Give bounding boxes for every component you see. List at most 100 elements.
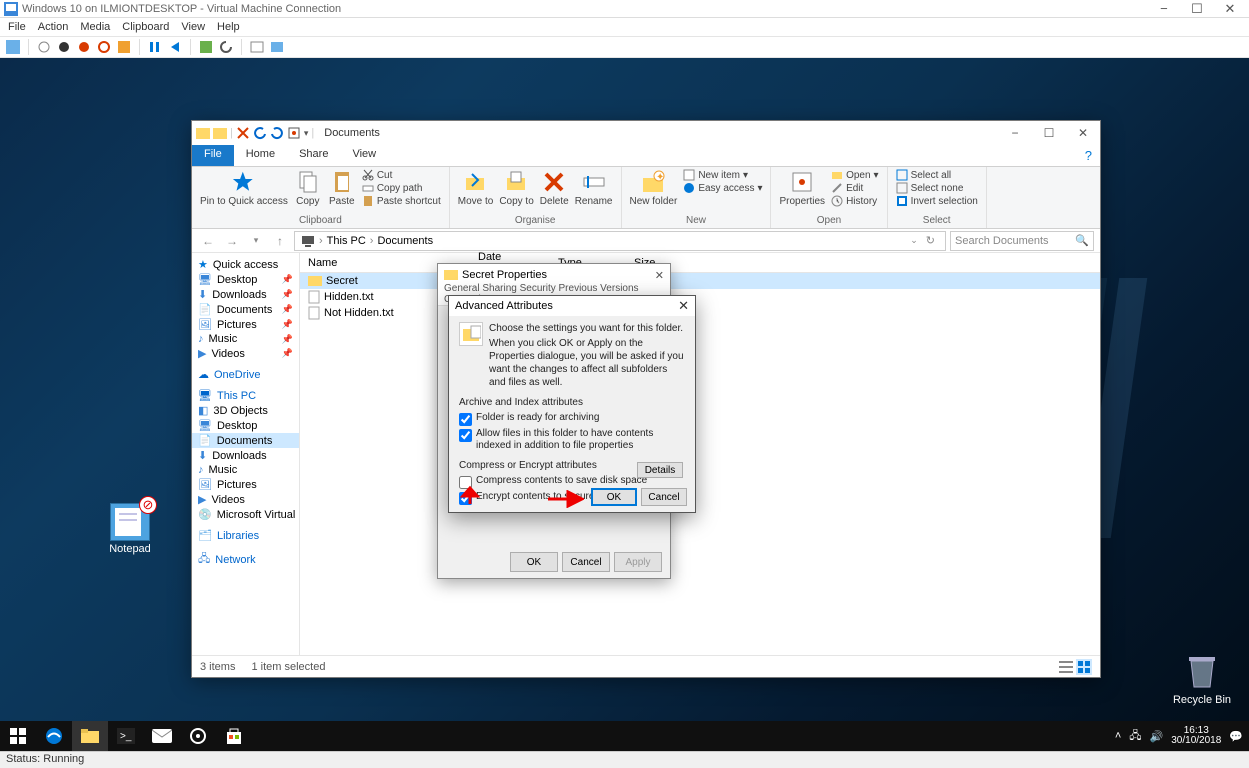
tray-volume-icon[interactable]: 🔊 bbox=[1150, 730, 1164, 743]
vm-menu-clipboard[interactable]: Clipboard bbox=[122, 21, 169, 33]
taskbar-terminal[interactable]: >_ bbox=[108, 721, 144, 751]
nav-downloads[interactable]: ⬇Downloads📌 bbox=[192, 287, 299, 302]
ctrl-alt-del-icon[interactable] bbox=[6, 40, 20, 54]
nav-this-pc[interactable]: 🖥This PC bbox=[192, 388, 299, 403]
qat-properties-icon[interactable] bbox=[287, 126, 301, 140]
reset-icon[interactable] bbox=[168, 40, 182, 54]
nav-pc-downloads[interactable]: ⬇Downloads bbox=[192, 448, 299, 463]
tab-home[interactable]: Home bbox=[234, 145, 287, 166]
ribbon-select-all[interactable]: Select all bbox=[896, 169, 952, 181]
tray-up-icon[interactable]: ˄ bbox=[1115, 730, 1121, 742]
qat-redo-icon[interactable] bbox=[270, 126, 284, 140]
shutdown-icon[interactable] bbox=[97, 40, 111, 54]
help-icon[interactable]: ? bbox=[1077, 145, 1100, 166]
save-icon[interactable] bbox=[117, 40, 131, 54]
nav-up-button[interactable]: ↑ bbox=[270, 234, 290, 248]
nav-virtual-disk[interactable]: 💿Microsoft Virtual Di bbox=[192, 507, 299, 522]
explorer-maximize-button[interactable]: ☐ bbox=[1032, 126, 1066, 140]
ribbon-paste-shortcut[interactable]: Paste shortcut bbox=[362, 195, 441, 207]
checkbox-ready-archiving[interactable]: Folder is ready for archiving bbox=[459, 412, 685, 426]
nav-pc-music[interactable]: ♪Music bbox=[192, 463, 299, 477]
revert-icon[interactable] bbox=[219, 40, 233, 54]
breadcrumb[interactable]: › This PC › Documents ⌄ ↻ bbox=[294, 231, 946, 251]
search-input[interactable]: Search Documents 🔍 bbox=[950, 231, 1094, 251]
start-button[interactable] bbox=[0, 721, 36, 751]
ribbon-move-to[interactable]: Move to bbox=[458, 169, 494, 207]
nav-pc-desktop[interactable]: 🖥Desktop bbox=[192, 418, 299, 433]
nav-pictures[interactable]: 🖼Pictures📌 bbox=[192, 317, 299, 332]
vm-menu-media[interactable]: Media bbox=[80, 21, 110, 33]
ribbon-paste[interactable]: Paste bbox=[328, 169, 356, 207]
ribbon-rename[interactable]: Rename bbox=[575, 169, 613, 207]
qat-delete-icon[interactable] bbox=[236, 126, 250, 140]
guest-desktop[interactable]: ⊘ Notepad Recycle Bin | ▾ | Documents − bbox=[0, 58, 1249, 751]
advanced-close-button[interactable]: ✕ bbox=[678, 298, 689, 314]
nav-recent-button[interactable]: ▾ bbox=[246, 235, 266, 246]
ribbon-copy-to[interactable]: Copy to bbox=[499, 169, 533, 207]
breadcrumb-dropdown-icon[interactable]: ⌄ bbox=[910, 235, 918, 246]
advanced-cancel-button[interactable]: Cancel bbox=[641, 488, 687, 506]
properties-close-button[interactable]: ✕ bbox=[655, 269, 664, 282]
ribbon-invert-selection[interactable]: Invert selection bbox=[896, 195, 978, 207]
list-item[interactable]: Hidden.txt bbox=[300, 289, 1100, 305]
nav-3d-objects[interactable]: ◧3D Objects bbox=[192, 403, 299, 418]
checkpoint-icon[interactable] bbox=[199, 40, 213, 54]
taskbar-explorer[interactable] bbox=[72, 721, 108, 751]
nav-pc-documents[interactable]: 📄Documents bbox=[192, 433, 299, 448]
ribbon-history[interactable]: History bbox=[831, 195, 877, 207]
ribbon-copy-path[interactable]: Copy path bbox=[362, 182, 423, 194]
tab-view[interactable]: View bbox=[340, 145, 388, 166]
share-icon[interactable] bbox=[270, 40, 284, 54]
ribbon-cut[interactable]: Cut bbox=[362, 169, 393, 181]
properties-ok-button[interactable]: OK bbox=[510, 552, 558, 572]
desktop-icon-recycle-bin[interactable]: Recycle Bin bbox=[1167, 654, 1237, 706]
ribbon-copy[interactable]: Copy bbox=[294, 169, 322, 207]
nav-back-button[interactable]: ← bbox=[198, 234, 218, 248]
qat-undo-icon[interactable] bbox=[253, 126, 267, 140]
tray-notifications-icon[interactable]: 💬 bbox=[1229, 730, 1243, 743]
enhanced-icon[interactable] bbox=[250, 40, 264, 54]
ribbon-delete[interactable]: Delete bbox=[540, 169, 569, 207]
nav-documents[interactable]: 📄Documents📌 bbox=[192, 302, 299, 317]
turn-off-icon[interactable] bbox=[77, 40, 91, 54]
nav-libraries[interactable]: 🗂Libraries bbox=[192, 528, 299, 543]
nav-onedrive[interactable]: ☁OneDrive bbox=[192, 367, 299, 382]
qat-icon[interactable] bbox=[213, 126, 227, 140]
nav-music[interactable]: ♪Music📌 bbox=[192, 332, 299, 346]
nav-quick-access[interactable]: ★Quick access bbox=[192, 257, 299, 272]
ribbon-properties[interactable]: Properties bbox=[779, 169, 825, 207]
ribbon-new-item[interactable]: New item▾ bbox=[683, 169, 748, 181]
ribbon-pin-quick-access[interactable]: Pin to Quick access bbox=[200, 169, 288, 207]
list-item[interactable]: Not Hidden.txt bbox=[300, 305, 1100, 321]
ribbon-select-none[interactable]: Select none bbox=[896, 182, 964, 194]
ribbon-new-folder[interactable]: ✦New folder bbox=[630, 169, 678, 207]
vm-close-button[interactable]: ✕ bbox=[1215, 1, 1245, 17]
tab-share[interactable]: Share bbox=[287, 145, 340, 166]
ribbon-easy-access[interactable]: Easy access▾ bbox=[683, 182, 762, 194]
list-item[interactable]: Secret bbox=[300, 273, 1100, 289]
nav-forward-button[interactable]: → bbox=[222, 234, 242, 248]
taskbar-edge[interactable] bbox=[36, 721, 72, 751]
refresh-icon[interactable]: ↻ bbox=[922, 234, 939, 247]
vm-menu-help[interactable]: Help bbox=[217, 21, 240, 33]
toolbar-icon[interactable] bbox=[37, 40, 51, 54]
desktop-icon-notepad[interactable]: ⊘ Notepad bbox=[95, 503, 165, 555]
nav-pc-videos[interactable]: ▶Videos bbox=[192, 492, 299, 507]
details-view-icon[interactable] bbox=[1058, 659, 1074, 675]
vm-menu-file[interactable]: File bbox=[8, 21, 26, 33]
explorer-close-button[interactable]: ✕ bbox=[1066, 126, 1100, 140]
explorer-minimize-button[interactable]: − bbox=[998, 126, 1032, 140]
tray-clock[interactable]: 16:13 30/10/2018 bbox=[1171, 726, 1221, 746]
details-button[interactable]: Details bbox=[637, 462, 683, 478]
pause-icon[interactable] bbox=[148, 40, 162, 54]
toolbar-icon[interactable] bbox=[57, 40, 71, 54]
taskbar-store[interactable] bbox=[216, 721, 252, 751]
icons-view-icon[interactable] bbox=[1076, 659, 1092, 675]
advanced-ok-button[interactable]: OK bbox=[591, 488, 637, 506]
properties-apply-button[interactable]: Apply bbox=[614, 552, 662, 572]
nav-desktop[interactable]: 🖥Desktop📌 bbox=[192, 272, 299, 287]
ribbon-edit[interactable]: Edit bbox=[831, 182, 863, 194]
vm-menu-view[interactable]: View bbox=[181, 21, 205, 33]
vm-menu-action[interactable]: Action bbox=[38, 21, 69, 33]
ribbon-open[interactable]: Open▾ bbox=[831, 169, 879, 181]
